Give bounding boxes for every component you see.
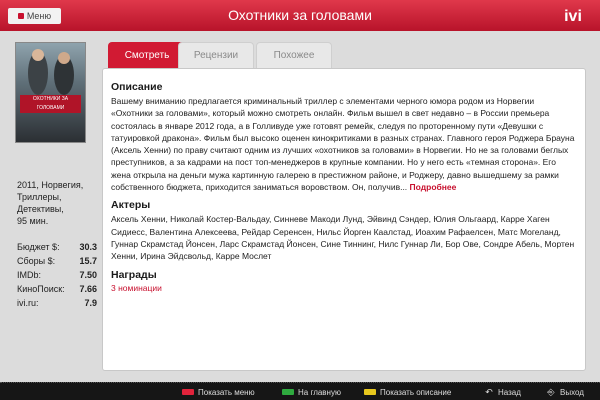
- movie-poster: ОХОТНИКИ ЗА ГОЛОВАМИ: [15, 42, 86, 143]
- hint-back[interactable]: ↶ Назад: [484, 386, 521, 398]
- stat-budget: Бюджет $: 30.3: [17, 240, 97, 254]
- stat-label: Бюджет $:: [17, 242, 60, 252]
- poster-figures-image: [28, 49, 74, 95]
- details-panel: Описание Вашему вниманию предлагается кр…: [102, 68, 586, 371]
- stat-label: IMDb:: [17, 270, 42, 280]
- hint-label: Показать описание: [380, 387, 452, 397]
- hint-show-description[interactable]: Показать описание: [364, 386, 451, 398]
- awards-link[interactable]: 3 номинации: [111, 283, 577, 293]
- top-bar: Меню Охотники за головами ivi: [0, 0, 600, 31]
- description-text: Вашему вниманию предлагается криминальны…: [111, 95, 577, 193]
- stat-value: 7.50: [79, 270, 97, 280]
- stat-imdb: IMDb: 7.50: [17, 268, 97, 282]
- meta-line: 95 мин.: [17, 216, 49, 226]
- poster-title: ОХОТНИКИ ЗА ГОЛОВАМИ: [20, 95, 81, 113]
- awards-heading: Награды: [111, 268, 157, 281]
- stat-value: 30.3: [79, 242, 97, 252]
- hint-label: Назад: [498, 387, 521, 397]
- remote-hints-bar: Показать меню На главную Показать описан…: [0, 382, 600, 400]
- stat-value: 15.7: [79, 256, 97, 266]
- description-body: Вашему вниманию предлагается криминальны…: [111, 96, 575, 193]
- green-key-icon: [282, 389, 294, 395]
- tab-similar[interactable]: Похожее: [256, 42, 332, 68]
- details-content: Описание Вашему вниманию предлагается кр…: [111, 81, 577, 293]
- hint-exit[interactable]: ⎆ Выход: [546, 386, 584, 398]
- tab-watch[interactable]: Смотреть: [108, 42, 186, 68]
- movie-meta: 2011, Норвегия, Триллеры, Детективы, 95 …: [17, 179, 97, 227]
- actors-heading: Актеры: [111, 199, 151, 212]
- tab-reviews[interactable]: Рецензии: [178, 42, 254, 68]
- more-link[interactable]: Подробнее: [410, 182, 457, 192]
- back-arrow-icon: ↶: [485, 387, 493, 397]
- stat-value: 7.66: [79, 284, 97, 294]
- ivi-logo: ivi: [564, 8, 582, 25]
- actors-list: Аксель Хенни, Николай Костер-Вальдау, Си…: [111, 214, 575, 262]
- stat-value: 7.9: [84, 298, 97, 308]
- description-heading: Описание: [111, 81, 163, 93]
- movie-stats: Бюджет $: 30.3 Сборы $: 15.7 IMDb: 7.50 …: [17, 240, 97, 310]
- stat-ivi: ivi.ru: 7.9: [17, 296, 97, 310]
- awards-section: Награды 3 номинации: [111, 269, 577, 293]
- stat-label: ivi.ru:: [17, 298, 39, 308]
- hint-label: Показать меню: [198, 387, 255, 397]
- meta-line: Триллеры,: [17, 192, 62, 202]
- exit-door-icon: ⎆: [547, 387, 555, 397]
- meta-line: 2011, Норвегия,: [17, 180, 84, 190]
- stat-label: Сборы $:: [17, 256, 56, 266]
- svg-text:ivi: ivi: [564, 8, 582, 25]
- hint-show-menu[interactable]: Показать меню: [182, 386, 255, 398]
- stat-box-office: Сборы $: 15.7: [17, 254, 97, 268]
- hint-label: Выход: [560, 387, 584, 397]
- stat-label: КиноПоиск:: [17, 284, 65, 294]
- stat-kinopoisk: КиноПоиск: 7.66: [17, 282, 97, 296]
- hint-label: На главную: [298, 387, 341, 397]
- yellow-key-icon: [364, 389, 376, 395]
- red-key-icon: [182, 389, 194, 395]
- actors-section: Актеры Аксель Хенни, Николай Костер-Валь…: [111, 199, 577, 262]
- page-title: Охотники за головами: [228, 7, 372, 23]
- meta-line: Детективы,: [17, 204, 64, 214]
- hint-home[interactable]: На главную: [282, 386, 341, 398]
